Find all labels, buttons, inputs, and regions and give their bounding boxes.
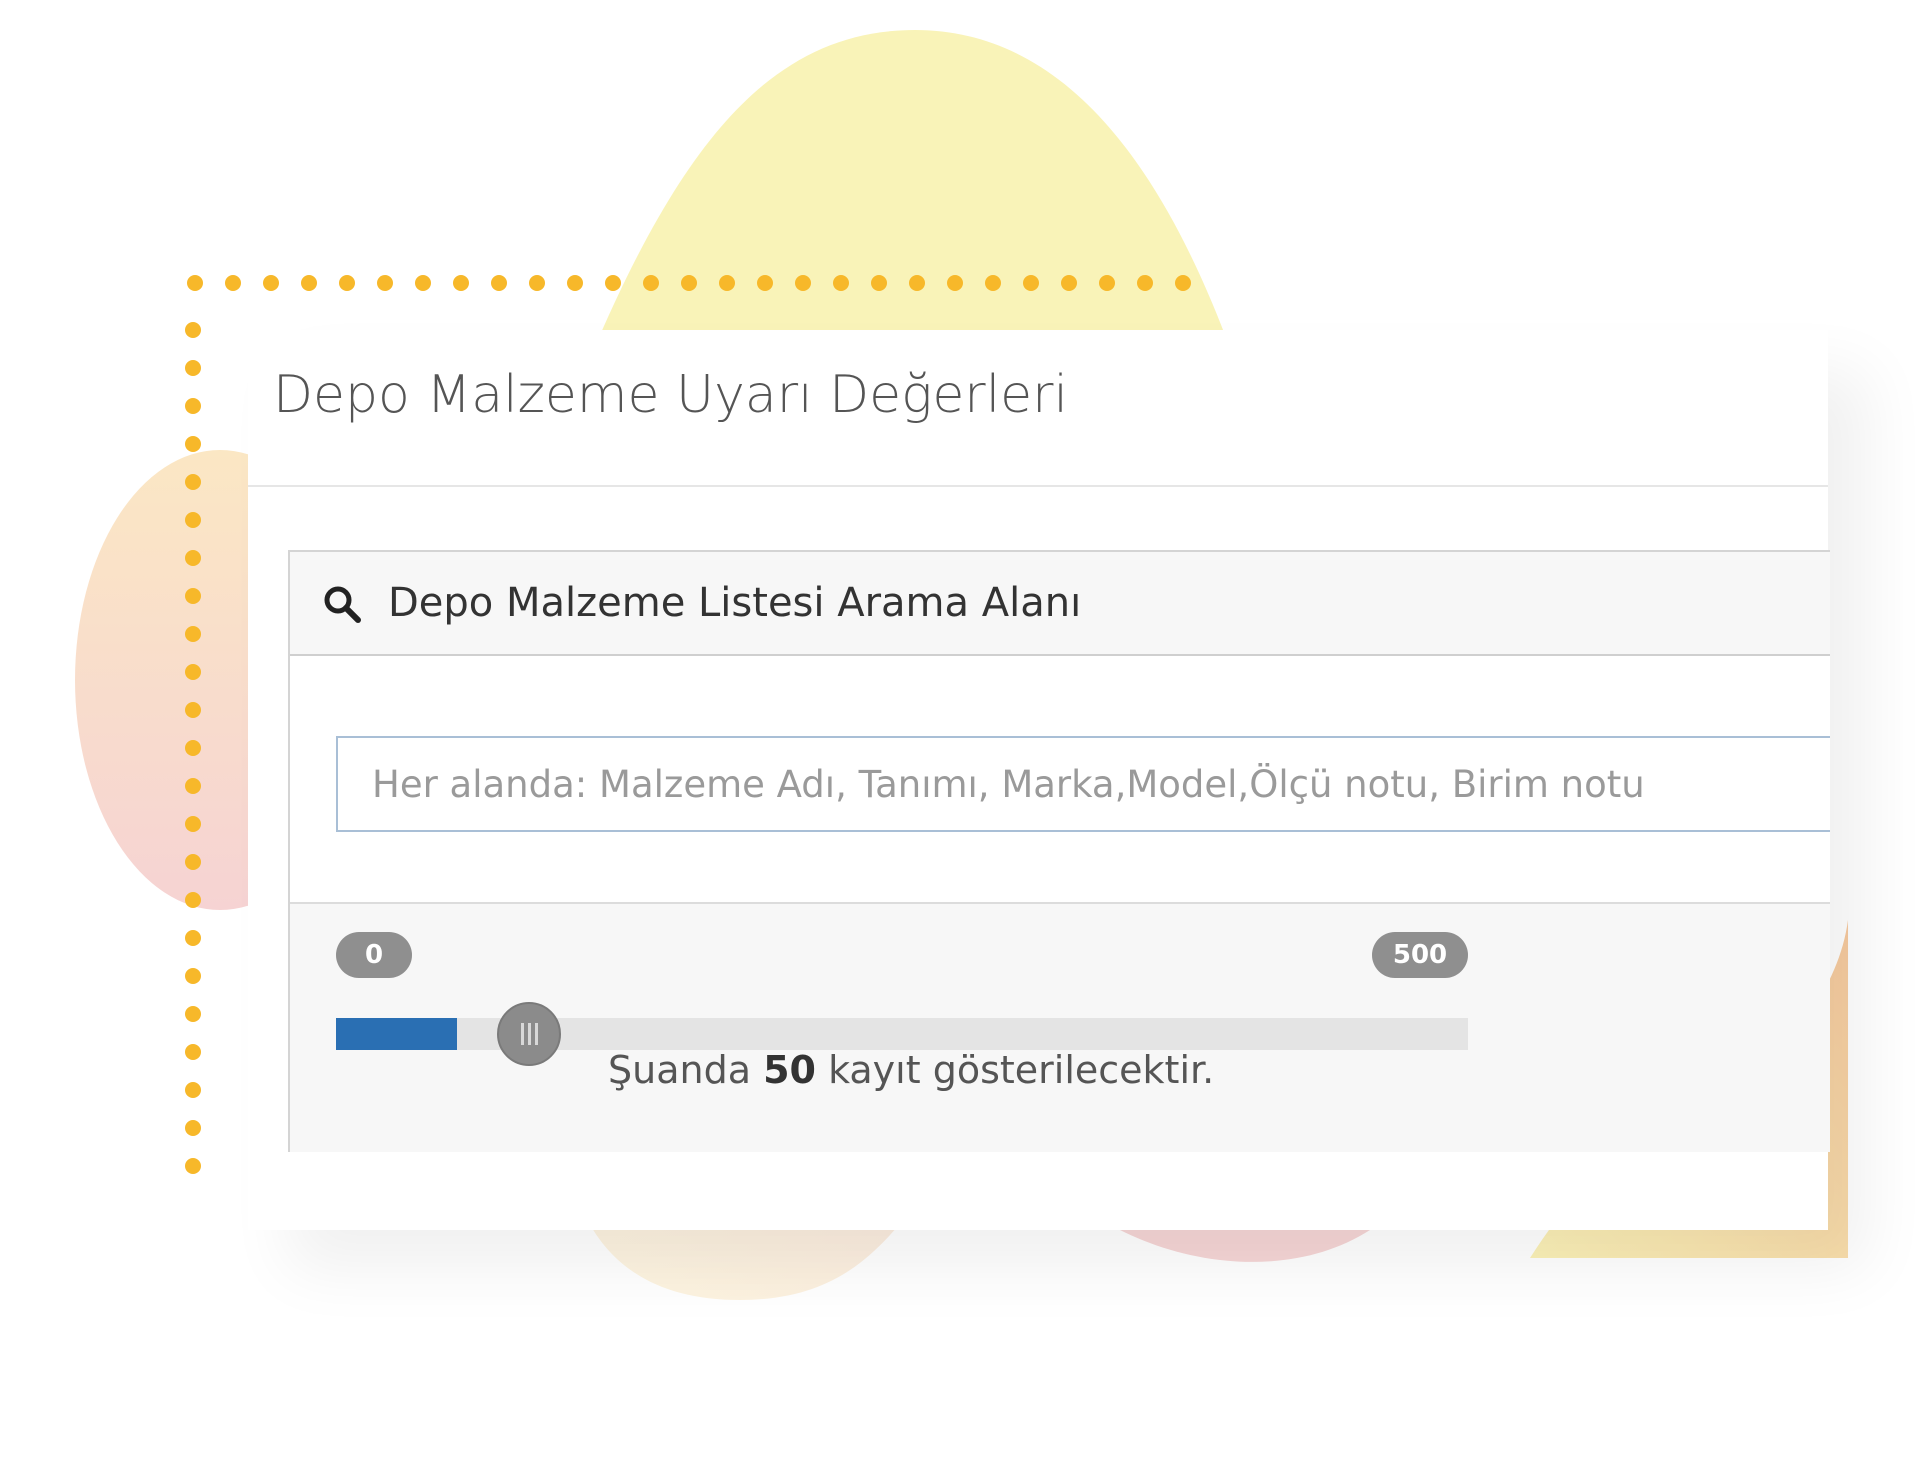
- frame-dot: [185, 626, 201, 642]
- frame-dot: [453, 275, 469, 291]
- frame-dot: [185, 740, 201, 756]
- frame-dot: [187, 275, 203, 291]
- frame-dot: [263, 275, 279, 291]
- frame-dot: [415, 275, 431, 291]
- status-suffix: kayıt gösterilecektir.: [828, 1048, 1215, 1092]
- grip-line: [520, 1023, 524, 1045]
- frame-dot: [185, 778, 201, 794]
- frame-dot: [1137, 275, 1153, 291]
- title-divider: [248, 485, 1828, 487]
- search-panel-header: Depo Malzeme Listesi Arama Alanı: [290, 552, 1830, 656]
- frame-dot: [947, 275, 963, 291]
- frame-dot: [1023, 275, 1039, 291]
- frame-dot: [719, 275, 735, 291]
- frame-dot: [185, 550, 201, 566]
- frame-dot: [185, 322, 201, 338]
- frame-dot: [377, 275, 393, 291]
- frame-dot: [185, 664, 201, 680]
- frame-dot: [185, 588, 201, 604]
- search-panel-title: Depo Malzeme Listesi Arama Alanı: [388, 580, 1082, 626]
- frame-dot: [185, 1044, 201, 1060]
- record-count-status: Şuanda 50 kayıt gösterilecektir.: [608, 1048, 1214, 1092]
- frame-dot: [1099, 275, 1115, 291]
- frame-dot: [185, 892, 201, 908]
- frame-dot: [833, 275, 849, 291]
- frame-dot: [605, 275, 621, 291]
- frame-dot: [185, 360, 201, 376]
- frame-dot: [529, 275, 545, 291]
- frame-dot: [1061, 275, 1077, 291]
- record-count-area: 0 500 Şuanda 50 kayıt gösterilecektir.: [290, 902, 1830, 1152]
- slider-handle[interactable]: [497, 1002, 562, 1066]
- search-input[interactable]: [336, 736, 1830, 832]
- frame-dot: [185, 968, 201, 984]
- slider-max-badge: 500: [1372, 932, 1468, 978]
- frame-dot: [871, 275, 887, 291]
- grip-line: [534, 1023, 538, 1045]
- frame-dot: [301, 275, 317, 291]
- search-panel-body: [290, 656, 1830, 902]
- frame-dot: [909, 275, 925, 291]
- status-count: 50: [763, 1048, 816, 1092]
- frame-dot: [185, 436, 201, 452]
- frame-dot: [185, 512, 201, 528]
- frame-dot: [225, 275, 241, 291]
- frame-dot: [643, 275, 659, 291]
- grip-line: [527, 1023, 531, 1045]
- record-count-slider[interactable]: 0 500: [336, 924, 1468, 1066]
- frame-dot: [185, 1158, 201, 1174]
- slider-fill: [336, 1018, 458, 1050]
- frame-dot: [985, 275, 1001, 291]
- frame-dot: [567, 275, 583, 291]
- frame-dot: [1175, 275, 1191, 291]
- frame-dot: [339, 275, 355, 291]
- frame-dot: [185, 702, 201, 718]
- frame-dot: [185, 816, 201, 832]
- frame-dot: [757, 275, 773, 291]
- search-icon: [324, 586, 361, 623]
- frame-dot: [185, 1082, 201, 1098]
- frame-dot: [491, 275, 507, 291]
- frame-dot: [185, 474, 201, 490]
- frame-dot: [185, 854, 201, 870]
- frame-dot: [185, 398, 201, 414]
- page-title: Depo Malzeme Uyarı Değerleri: [273, 365, 1068, 425]
- frame-dot: [185, 1120, 201, 1136]
- slider-min-badge: 0: [336, 932, 412, 978]
- search-panel: Depo Malzeme Listesi Arama Alanı 0 500 Ş…: [288, 550, 1830, 1152]
- frame-dot: [185, 930, 201, 946]
- status-prefix: Şuanda: [608, 1048, 751, 1092]
- frame-dot: [795, 275, 811, 291]
- frame-dot: [185, 1006, 201, 1022]
- frame-dot: [681, 275, 697, 291]
